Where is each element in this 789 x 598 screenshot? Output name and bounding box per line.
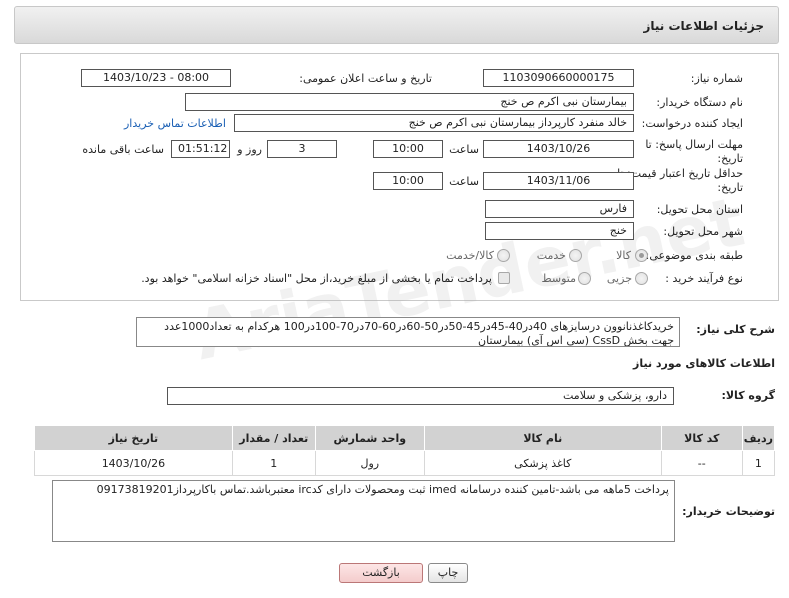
price-validity-label: حداقل تاریخ اعتبار قیمت: تا (617, 167, 743, 180)
creator-field[interactable]: خالد منفرد کارپرداز بیمارستان نبی اکرم ص… (234, 114, 634, 132)
announce-datetime-field[interactable]: 1403/10/23 - 08:00 (81, 69, 231, 87)
city-field[interactable]: خنج (485, 222, 634, 240)
goods-group-field[interactable]: دارو، پزشکی و سلامت (167, 387, 674, 405)
province-field[interactable]: فارس (485, 200, 634, 218)
price-validity-time-field[interactable]: 10:00 (373, 172, 443, 190)
price-validity-label-date: تاریخ: (717, 181, 743, 194)
col-header-row-number: ردیف (741, 425, 776, 451)
treasury-payment-checkbox[interactable] (498, 272, 510, 284)
process-radio-small[interactable] (635, 272, 648, 285)
process-type-label: نوع فرآیند خرید : (665, 272, 743, 285)
col-header-quantity: تعداد / مقدار (231, 425, 316, 451)
buyer-org-label: نام دستگاه خریدار: (656, 96, 743, 109)
cell-need-date: 1403/10/26 (34, 450, 233, 476)
category-radio-goods-service[interactable] (497, 249, 510, 262)
goods-table: ردیف کد کالا نام کالا واحد شمارش تعداد /… (34, 425, 776, 476)
cell-item-code: -- (660, 450, 743, 476)
time-remaining-field[interactable]: 01:51:12 (171, 140, 230, 158)
category-option-goods-service-label: کالا/خدمت (446, 249, 494, 262)
category-option-goods-label: کالا (616, 249, 631, 262)
description-textarea[interactable]: خریدکاغذنانوون درسایزهای 40در40-45در45-5… (136, 317, 680, 347)
treasury-payment-text: پرداخت تمام یا بخشی از مبلغ خرید،از محل … (141, 272, 492, 285)
reply-deadline-time-field[interactable]: 10:00 (373, 140, 443, 158)
need-number-field[interactable]: 1103090660000175 (483, 69, 634, 87)
process-radio-medium[interactable] (578, 272, 591, 285)
buyer-org-field[interactable]: بیمارستان نبی اکرم ص خنج (185, 93, 634, 111)
days-remaining-field[interactable]: 3 (267, 140, 337, 158)
process-option-medium-label: متوسط (541, 272, 576, 285)
goods-group-label: گروه کالا: (721, 389, 775, 402)
reply-deadline-time-label: ساعت (449, 143, 479, 156)
table-row[interactable]: 1 -- کاغذ پزشکی رول 1 1403/10/26 (34, 450, 776, 476)
category-radio-goods[interactable] (635, 249, 648, 262)
reply-deadline-label: مهلت ارسال پاسخ: تا (645, 138, 743, 151)
buyer-contact-link[interactable]: اطلاعات تماس خریدار (124, 117, 226, 130)
announce-datetime-label: تاریخ و ساعت اعلان عمومی: (299, 72, 432, 85)
city-label: شهر محل تحویل: (663, 225, 743, 238)
table-header-row: ردیف کد کالا نام کالا واحد شمارش تعداد /… (34, 425, 776, 451)
col-header-item-code: کد کالا (660, 425, 743, 451)
print-button[interactable]: چاپ (428, 563, 468, 583)
process-option-small-label: جزیی (606, 272, 632, 285)
cell-unit: رول (314, 450, 425, 476)
days-label: روز و (237, 143, 262, 156)
cell-quantity: 1 (231, 450, 316, 476)
category-option-service-label: خدمت (536, 249, 566, 262)
need-number-label: شماره نیاز: (690, 72, 743, 85)
time-remaining-label: ساعت باقی مانده (82, 143, 164, 156)
back-button[interactable]: بازگشت (339, 563, 423, 583)
reply-deadline-label-date: تاریخ: (717, 152, 743, 165)
buyer-notes-textarea[interactable]: پرداخت 5ماهه می باشد-تامین کننده درسامان… (52, 480, 675, 542)
col-header-item-name: نام کالا (423, 425, 662, 451)
category-label: طبقه بندی موضوعی: (645, 249, 743, 262)
panel-header: جزئیات اطلاعات نیاز (14, 6, 779, 44)
province-label: استان محل تحویل: (656, 203, 743, 216)
page-title: جزئیات اطلاعات نیاز (643, 19, 764, 33)
cell-row-number: 1 (741, 450, 776, 476)
cell-item-name: کاغذ پزشکی (423, 450, 662, 476)
description-label: شرح کلی نیاز: (696, 323, 775, 336)
goods-section-title: اطلاعات کالاهای مورد نیاز (633, 357, 775, 370)
col-header-unit: واحد شمارش (314, 425, 425, 451)
reply-deadline-date-field[interactable]: 1403/10/26 (483, 140, 634, 158)
col-header-need-date: تاریخ نیاز (34, 425, 233, 451)
price-validity-date-field[interactable]: 1403/11/06 (483, 172, 634, 190)
creator-label: ایجاد کننده درخواست: (641, 117, 743, 130)
buyer-notes-label: توضیحات خریدار: (682, 505, 775, 518)
price-validity-time-label: ساعت (449, 175, 479, 188)
category-radio-service[interactable] (569, 249, 582, 262)
